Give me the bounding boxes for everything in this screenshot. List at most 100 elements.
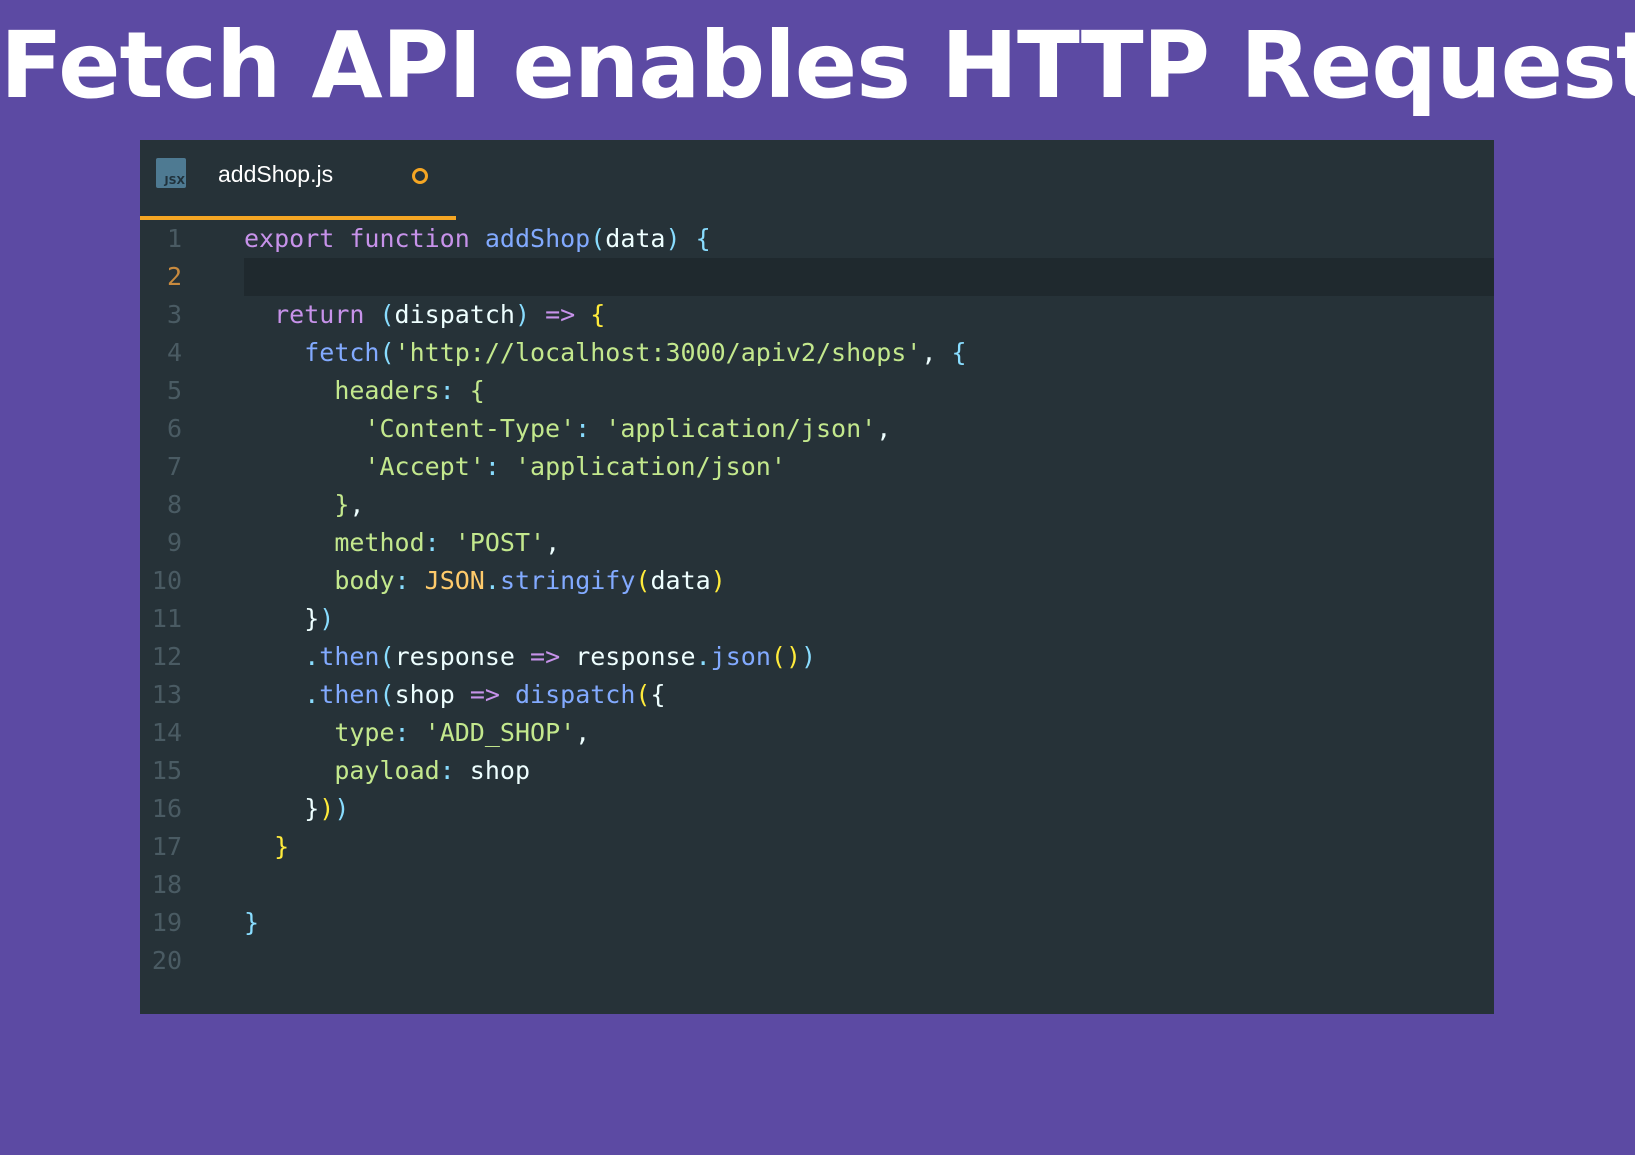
code-line[interactable]: 7 'Accept': 'application/json'	[140, 448, 1494, 486]
code-token: .	[304, 680, 320, 709]
code-token: response	[560, 642, 696, 671]
code-token: :	[424, 528, 440, 557]
code-token: =>	[530, 642, 561, 671]
code-text: })	[244, 600, 1494, 638]
line-number: 7	[166, 452, 182, 481]
code-line[interactable]: 11 })	[140, 600, 1494, 638]
editor-tab-bar: JSX addShop.js	[140, 140, 1494, 220]
code-token: ,	[349, 490, 365, 519]
code-token: (	[379, 680, 395, 709]
code-line[interactable]: 10 body: JSON.stringify(data)	[140, 562, 1494, 600]
code-token: {	[590, 300, 606, 329]
code-token: =>	[545, 300, 576, 329]
code-line[interactable]: 17 }	[140, 828, 1494, 866]
code-token: (	[379, 300, 395, 329]
line-number: 9	[166, 528, 182, 557]
code-token: ,	[545, 528, 561, 557]
code-text: body: JSON.stringify(data)	[244, 562, 1494, 600]
code-text: },	[244, 486, 1494, 524]
code-token: )	[665, 224, 681, 253]
line-number: 10	[151, 566, 182, 595]
code-line[interactable]: 3 return (dispatch) => {	[140, 296, 1494, 334]
line-number: 4	[166, 338, 182, 367]
code-token: shop	[394, 680, 470, 709]
code-token: }	[304, 794, 320, 823]
code-token: payload	[334, 756, 440, 785]
code-token: )	[319, 604, 335, 633]
code-token: export	[244, 224, 335, 253]
code-line[interactable]: 9 method: 'POST',	[140, 524, 1494, 562]
code-text: }))	[244, 790, 1494, 828]
code-line[interactable]: 19}	[140, 904, 1494, 942]
code-line[interactable]: 4 fetch('http://localhost:3000/apiv2/sho…	[140, 334, 1494, 372]
code-token: }	[244, 908, 260, 937]
code-token: }	[334, 490, 350, 519]
code-text: headers: {	[244, 372, 1494, 410]
code-area[interactable]: 1 export function addShop(data) {2 3 retur…	[140, 220, 1494, 1014]
code-text: }	[244, 904, 1494, 942]
line-number: 1	[166, 224, 182, 253]
code-line[interactable]: 8 },	[140, 486, 1494, 524]
code-token: 'http://localhost:3000/apiv2/shops'	[394, 338, 922, 367]
code-token: )	[334, 794, 350, 823]
code-text: type: 'ADD_SHOP',	[244, 714, 1494, 752]
code-line[interactable]: 18	[140, 866, 1494, 904]
line-number: 16	[151, 794, 182, 823]
code-line[interactable]: 6 'Content-Type': 'application/json',	[140, 410, 1494, 448]
code-token: (	[379, 338, 395, 367]
code-line[interactable]: 15 payload: shop	[140, 752, 1494, 790]
code-token: json	[710, 642, 771, 671]
code-token: method	[334, 528, 425, 557]
line-number: 14	[151, 718, 182, 747]
code-token: dispatch	[394, 300, 515, 329]
code-line[interactable]: 20	[140, 942, 1494, 980]
code-line[interactable]: 1 export function addShop(data) {	[140, 220, 1494, 258]
code-token: 'ADD_SHOP'	[424, 718, 576, 747]
code-line[interactable]: 5 headers: {	[140, 372, 1494, 410]
code-token: {	[469, 376, 485, 405]
code-token: 'application/json'	[605, 414, 877, 443]
code-token: (	[379, 642, 395, 671]
code-token: .	[695, 642, 711, 671]
code-token: )	[514, 300, 531, 329]
line-number: 2	[166, 262, 182, 291]
code-line[interactable]: 14 type: 'ADD_SHOP',	[140, 714, 1494, 752]
code-token: :	[394, 718, 410, 747]
code-token: ,	[921, 338, 952, 367]
code-token: then	[319, 680, 380, 709]
unsaved-indicator-icon[interactable]	[412, 168, 428, 184]
code-line[interactable]: 16 }))	[140, 790, 1494, 828]
line-number: 20	[151, 946, 182, 975]
code-line[interactable]: 12 .then(response => response.json())	[140, 638, 1494, 676]
code-editor[interactable]: JSX addShop.js 1 export function addShop(…	[140, 140, 1494, 1014]
jsx-file-icon: JSX	[156, 158, 186, 188]
line-number: 18	[151, 870, 182, 899]
editor-tab[interactable]: JSX addShop.js	[140, 140, 456, 220]
code-line[interactable]: 13 .then(shop => dispatch({	[140, 676, 1494, 714]
code-line[interactable]: 2	[140, 258, 1494, 296]
code-text	[244, 258, 1494, 296]
code-token: :	[484, 452, 500, 481]
code-token: {	[695, 224, 711, 253]
code-token: ()	[770, 642, 801, 671]
